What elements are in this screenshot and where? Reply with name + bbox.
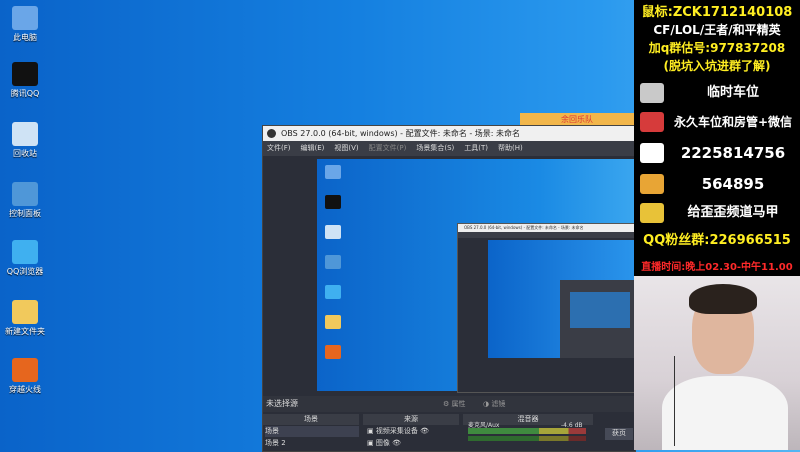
control-panel-icon [325,255,341,269]
desktop-icon[interactable]: 控制面板 [3,182,47,219]
scenes-dock-header: 场景 [263,414,359,425]
games-line: CF/LOL/王者/和平精英 [653,23,781,37]
fans-group: QQ粉丝群:226966515 [643,233,791,248]
mixer-meter [468,428,586,434]
folder-icon [325,315,341,329]
recycle-bin-icon [325,225,341,239]
crossfire-icon [325,345,341,359]
qq-penguin-icon [640,143,664,163]
group-line: 加q群估号:977837208 [648,41,786,55]
obs-window[interactable]: OBS 27.0.0 (64-bit, windows) - 配置文件: 未命名… [262,125,638,452]
overlay-row: 2225814756 [634,138,800,168]
qq-browser-icon [12,240,38,264]
nested-preview [488,240,636,358]
obs-titlebar[interactable]: OBS 27.0.0 (64-bit, windows) - 配置文件: 未命名… [263,126,635,141]
overlay-row: 临时车位 [634,78,800,108]
source-item[interactable]: ▣ 图像 👁 [367,438,457,449]
streamer-hair [689,284,757,314]
desktop-icon[interactable]: 回收站 [3,122,47,159]
scene-item[interactable]: 场景 [265,426,359,437]
nested-obs-window: OBS 27.0.0 (64-bit, windows) - 配置文件: 未命名… [457,223,637,393]
desktop-icon-label: 此电脑 [13,33,37,42]
desktop-icon[interactable]: 新建文件夹 [3,300,47,337]
webcam-feed [634,276,800,450]
desktop-icon-label: 穿越火线 [9,385,41,394]
live-time: 直播时间:晚上02.30-中午11.00 [641,262,793,273]
overlay-row-text: 2225814756 [680,144,786,162]
nested-obs-menubar [458,232,636,238]
source-status-bar: 未选择源 ⚙ 属性 ◑ 滤镜 [263,396,638,412]
nested-docks [458,360,636,392]
jet-icon [640,83,664,103]
scene-item[interactable]: 场景 2 [265,438,359,449]
desktop-icon[interactable]: 腾讯QQ [3,62,47,99]
source-label: 视频采集设备 [375,427,418,435]
control-button[interactable]: 获页 [605,428,633,440]
properties-label: 属性 [451,400,466,408]
overlay-row-text: 给歪歪频道马甲 [687,205,779,220]
no-source-label: 未选择源 [266,399,298,408]
desktop-icon[interactable]: QQ浏览器 [3,240,47,277]
menu-item[interactable]: 视图(V) [334,141,358,156]
computer-icon [12,6,38,30]
obs-docks: 场景 来源 混音器 场景 场景 2 ▣ 视频采集设备 👁 ▣ 图像 👁 麦克风/… [263,414,635,451]
menu-item[interactable]: 场景集合(S) [416,141,454,156]
earphone-wire [674,356,675,446]
sources-dock-header: 来源 [363,414,459,425]
nested-preview-window [560,280,636,358]
filters-label: 滤镜 [491,400,506,408]
overlay-row: 564895 [634,169,800,199]
nested-obs-title: OBS 27.0.0 (64-bit, windows) - 配置文件: 未命名… [458,224,636,232]
menu-item[interactable]: 文件(F) [267,141,291,156]
source-label: 图像 [375,439,390,447]
properties-button[interactable]: ⚙ 属性 [431,398,466,410]
group-note: (脱坑入坑进群了解) [663,59,771,73]
gold-bar-icon [640,203,664,223]
desktop-icon-label: 腾讯QQ [10,89,40,98]
desktop-icon-label: QQ浏览器 [6,267,44,276]
overlay-row-text: 临时车位 [706,85,759,100]
desktop-icon-label: 控制面板 [9,209,41,218]
overlay-row-text: 564895 [701,175,765,193]
qq-penguin-icon [12,62,38,86]
source-item[interactable]: ▣ 视频采集设备 👁 [367,426,457,437]
overlay-row: 给歪歪频道马甲 [634,198,800,228]
obs-logo-icon [267,129,276,138]
crossfire-icon [12,358,38,382]
nested-preview-inner [570,292,630,328]
menu-item[interactable]: 编辑(E) [301,141,325,156]
menu-item[interactable]: 工具(T) [464,141,488,156]
menu-item[interactable]: 配置文件(P) [369,141,407,156]
overlay-row-text: 永久车位和房管+微信 [673,115,793,129]
rocket-icon [640,112,664,132]
obs-title: OBS 27.0.0 (64-bit, windows) - 配置文件: 未命名… [281,129,521,138]
control-panel-icon [12,182,38,206]
desktop-icon[interactable]: 穿越火线 [3,358,47,395]
qq-browser-icon [325,285,341,299]
mixer-meter-secondary [468,436,586,441]
cat-icon [640,174,664,194]
stream-info-overlay: 鼠标:ZCK1712140108 CF/LOL/王者/和平精英 加q群估号:97… [634,0,800,276]
desktop-icon-label: 新建文件夹 [5,327,45,336]
obs-menubar: 文件(F) 编辑(E) 视图(V) 配置文件(P) 场景集合(S) 工具(T) 帮助(H) [263,141,635,156]
filters-button[interactable]: ◑ 滤镜 [471,398,505,410]
obs-preview[interactable]: OBS 27.0.0 (64-bit, windows) - 配置文件: 未命名… [317,159,637,393]
desktop-icon-label: 回收站 [13,149,37,158]
computer-icon [325,165,341,179]
desktop-icon[interactable]: 此电脑 [3,6,47,43]
menu-item[interactable]: 帮助(H) [498,141,523,156]
qq-penguin-icon [325,195,341,209]
streamer-shirt [662,376,788,450]
folder-icon [12,300,38,324]
mouse-tag: 鼠标:ZCK1712140108 [641,5,793,20]
overlay-row: 永久车位和房管+微信 [634,107,800,137]
recycle-bin-icon [12,122,38,146]
